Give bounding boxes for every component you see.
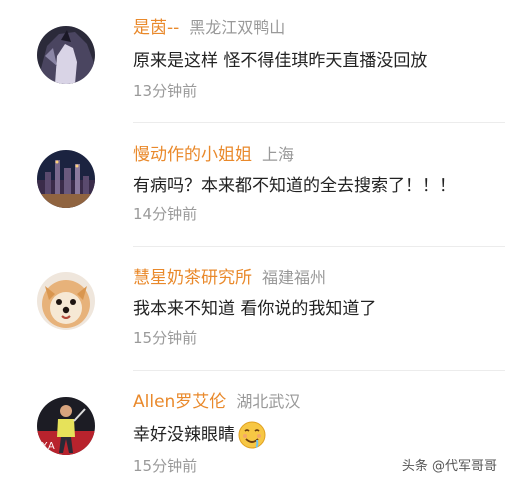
avatar-badminton-player-icon: XA bbox=[37, 397, 95, 455]
comment-text-content: 幸好没辣眼睛 bbox=[133, 425, 235, 445]
comment-text: 我本来不知道 看你说的我知道了 bbox=[133, 299, 377, 319]
comment-header: 慧星奶茶研究所 福建福州 bbox=[133, 266, 326, 290]
username[interactable]: 慢动作的小姐姐 bbox=[133, 145, 252, 165]
username[interactable]: Allen罗艾伦 bbox=[133, 392, 226, 412]
comment-time: 15分钟前 bbox=[133, 329, 198, 347]
divider bbox=[133, 370, 505, 371]
avatar-pomeranian-dog-icon bbox=[37, 272, 95, 330]
username[interactable]: 慧星奶茶研究所 bbox=[133, 268, 252, 288]
svg-text:XA: XA bbox=[41, 441, 55, 452]
avatar[interactable]: XA bbox=[37, 397, 95, 455]
location: 上海 bbox=[262, 145, 295, 164]
comment-item: XA Allen罗艾伦 湖北武汉 幸好没辣眼睛 15分钟前 bbox=[0, 0, 505, 475]
comment-time: 14分钟前 bbox=[133, 205, 198, 223]
avatar[interactable] bbox=[37, 150, 95, 208]
comment-header: 慢动作的小姐姐 上海 bbox=[133, 143, 294, 167]
watermark: 头条 @代军哥哥 bbox=[401, 459, 497, 474]
comment-text: 有病吗？本来都不知道的全去搜索了！！！ bbox=[133, 176, 456, 196]
comment-time: 15分钟前 bbox=[133, 457, 198, 475]
location: 湖北武汉 bbox=[236, 392, 301, 411]
comment-text: 幸好没辣眼睛 bbox=[133, 420, 267, 449]
avatar[interactable] bbox=[37, 272, 95, 330]
location: 福建福州 bbox=[262, 268, 327, 287]
drooling-face-emoji-icon bbox=[237, 420, 267, 450]
avatar-city-night-icon bbox=[37, 150, 95, 208]
divider bbox=[133, 246, 505, 247]
comment-header: Allen罗艾伦 湖北武汉 bbox=[133, 390, 300, 414]
